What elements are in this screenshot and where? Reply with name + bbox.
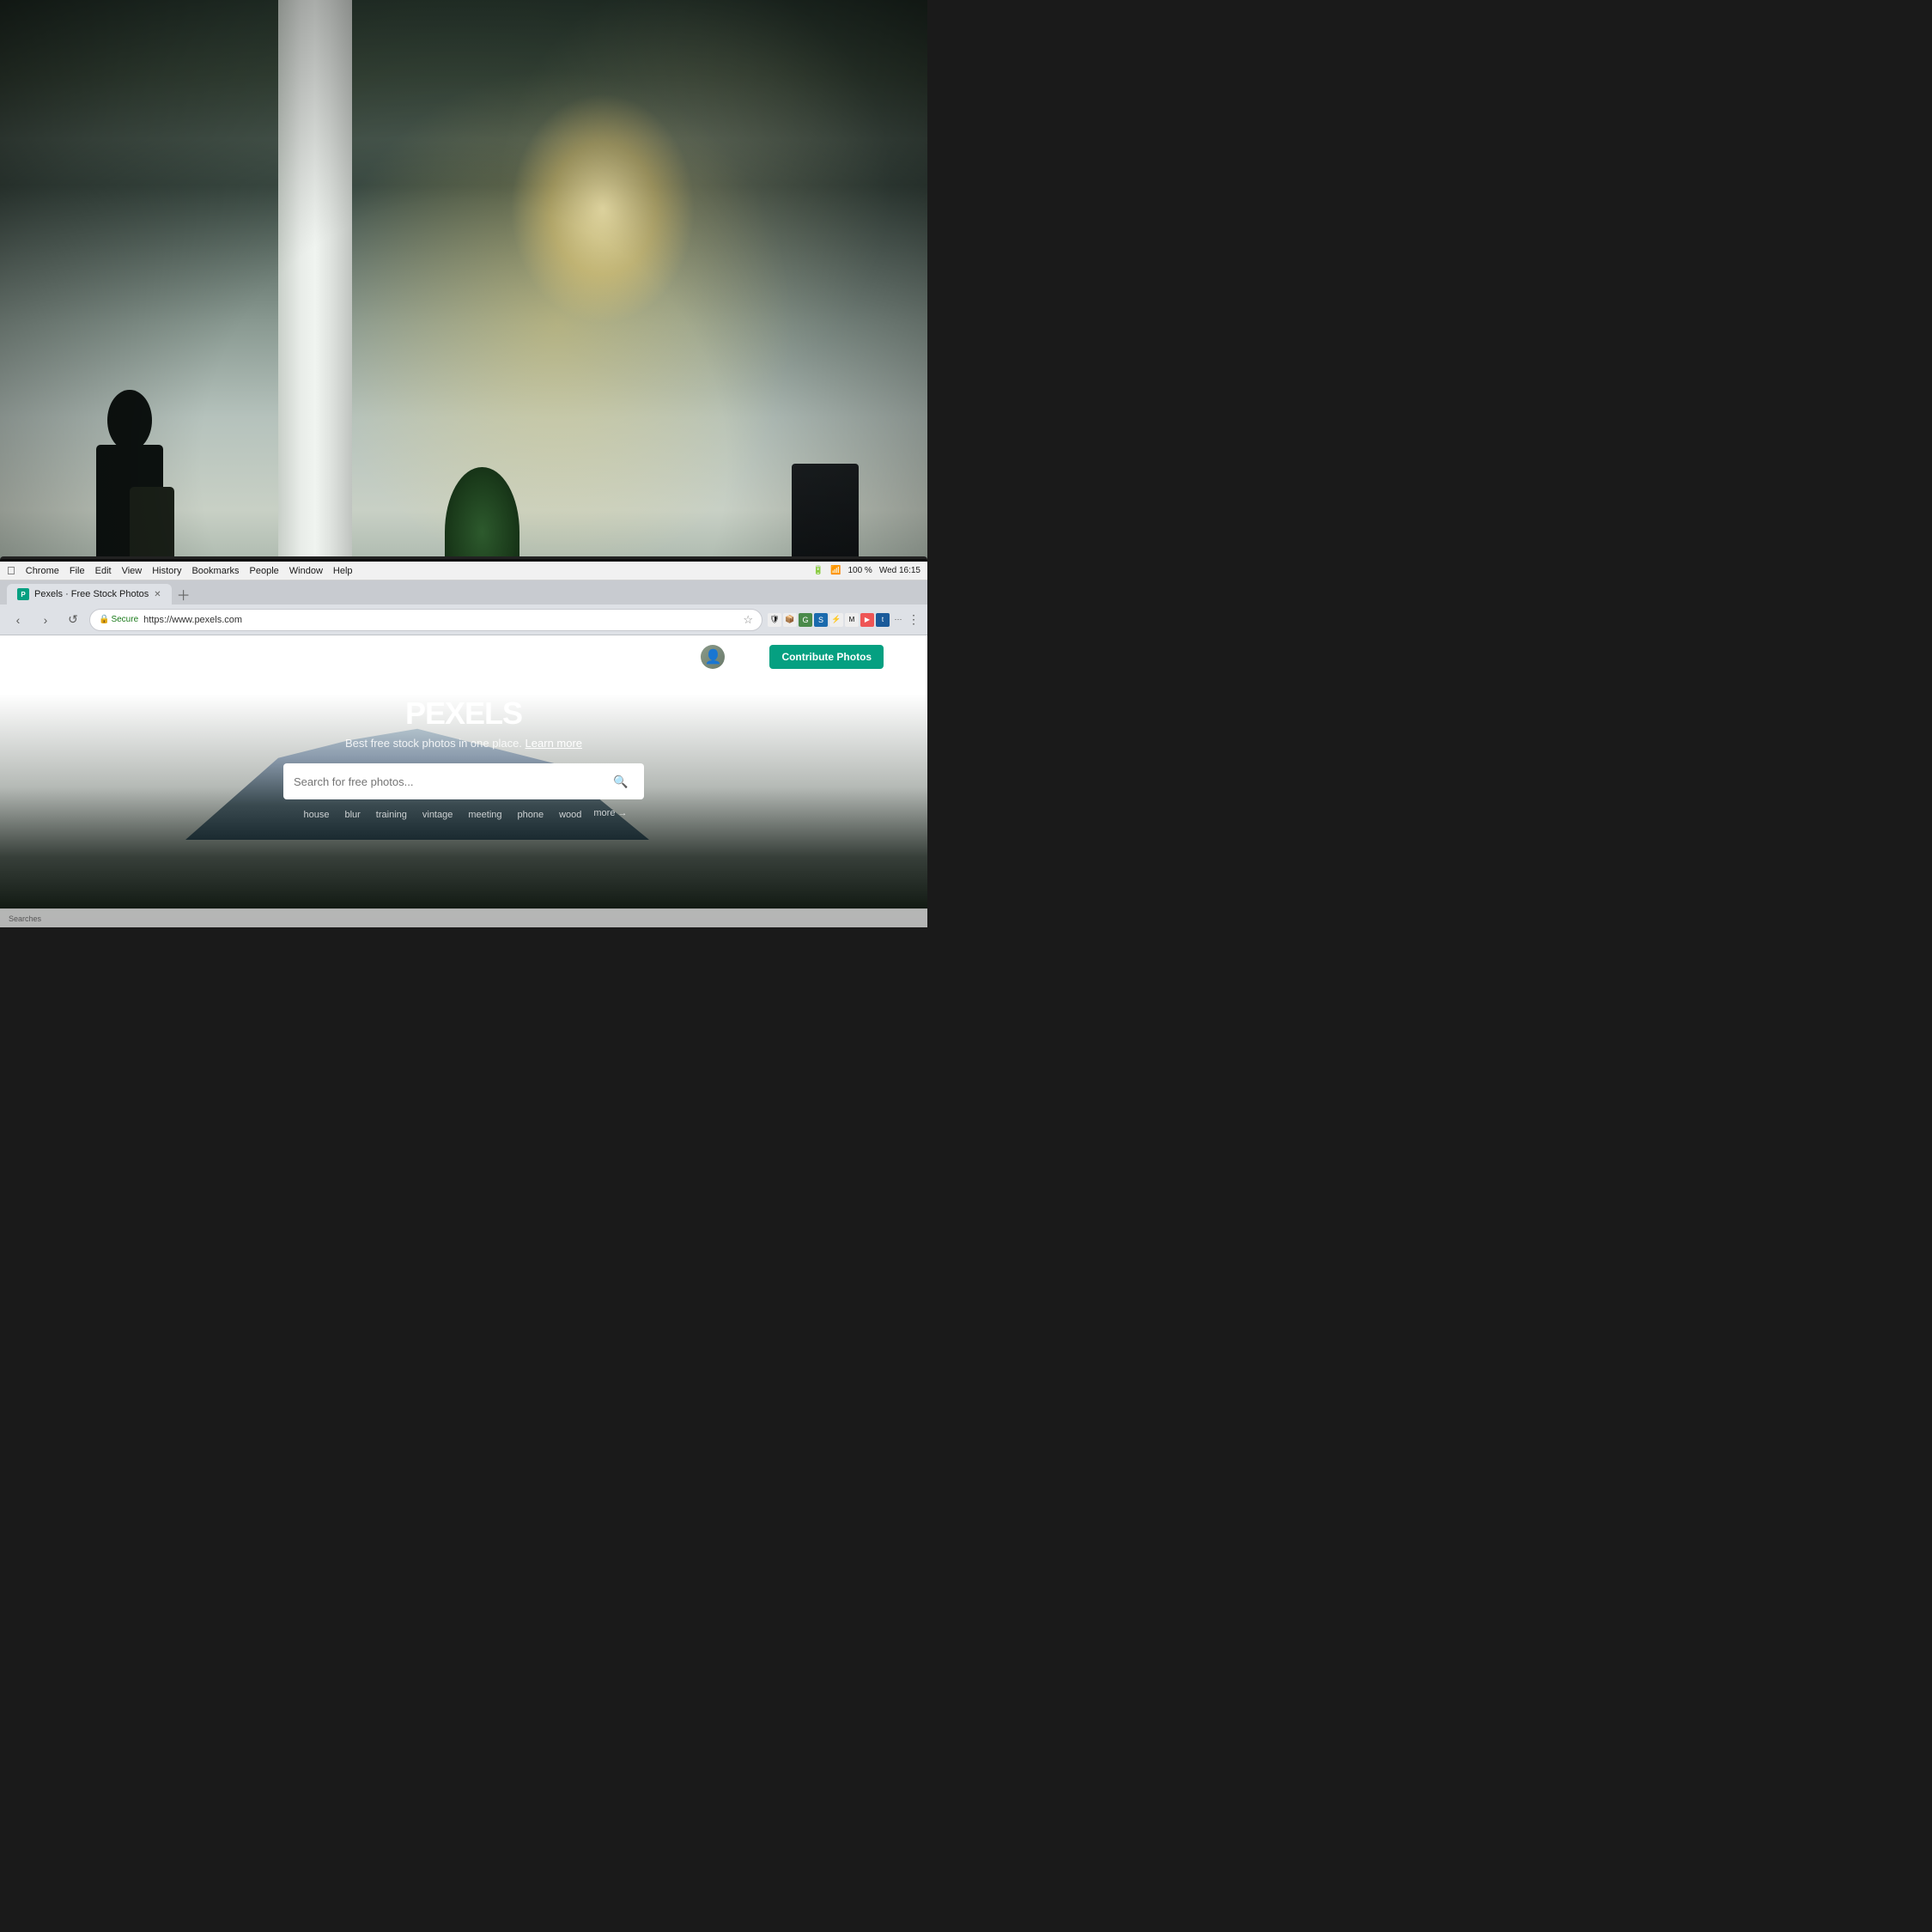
user-name: Daniel [730,651,759,663]
license-link[interactable]: License [155,651,194,664]
suggestion-blur[interactable]: blur [341,808,363,822]
suggestion-meeting[interactable]: meeting [465,808,505,822]
suggestion-vintage[interactable]: vintage [419,808,456,822]
apple-menu[interactable]:  [7,564,15,577]
chrome-menu-icon[interactable]: ⋮ [907,613,920,627]
more-suggestions-link[interactable]: more → [593,808,627,822]
menubar-left:  Chrome File Edit View History Bookmark… [7,564,353,577]
suggestion-training[interactable]: training [373,808,410,822]
tab-favicon: P [17,588,29,600]
person-head [107,390,152,451]
ext-icon-4[interactable]: S [814,613,828,627]
ext-icon-2[interactable]: 📦 [783,613,797,627]
menu-window[interactable]: Window [289,566,323,576]
pexels-logo[interactable]: PEXELS [17,647,82,667]
search-icon[interactable]: 🔍 [608,769,634,794]
pexels-nav-right: 👤 Daniel Contribute Photos ••• [701,645,910,669]
more-options-button[interactable]: ••• [894,648,910,666]
user-avatar-image: 👤 [704,648,721,665]
ext-icon-5[interactable]: ⚡ [829,613,843,627]
back-button[interactable]: ‹ [7,609,29,631]
ext-icon-3[interactable]: G [799,613,812,627]
ext-icon-8[interactable]: t [876,613,890,627]
battery-indicator: 🔋 [813,566,823,575]
monitor-screen:  Chrome File Edit View History Bookmark… [0,556,927,927]
macos-menubar:  Chrome File Edit View History Bookmark… [0,562,927,580]
tools-link[interactable]: Tools [208,651,234,664]
ext-icon-more[interactable]: ⋯ [891,613,905,627]
pexels-nav-left: PEXELS Browse ▾ License Tools [17,647,234,667]
forward-button[interactable]: › [34,609,57,631]
taskbar-left-label: Searches [9,914,41,923]
window-glow [510,93,696,325]
user-profile[interactable]: 👤 Daniel [701,645,759,669]
secure-badge: 🔒 Secure [99,615,138,624]
menu-file[interactable]: File [70,566,85,576]
user-avatar: 👤 [701,645,725,669]
toolbar-extensions: 🛡 📦 G S ⚡ M ▶ t ⋯ ⋮ [768,613,920,627]
clock: Wed 16:15 [879,566,920,575]
lock-icon: 🔒 [99,615,109,624]
learn-more-link[interactable]: Learn more [526,737,582,750]
browse-link[interactable]: Browse ▾ [96,650,142,664]
menu-edit[interactable]: Edit [95,566,112,576]
app-name[interactable]: Chrome [26,566,59,576]
url-text: https://www.pexels.com [143,615,242,625]
ext-icon-1[interactable]: 🛡 [768,613,781,627]
menu-history[interactable]: History [152,566,181,576]
contribute-photos-button[interactable]: Contribute Photos [769,645,884,669]
browse-arrow-icon: ▾ [136,650,142,664]
suggestion-house[interactable]: house [300,808,332,822]
wifi-indicator: 📶 [830,566,841,575]
search-bar[interactable]: 🔍 [283,763,644,799]
hero-title: PEXELS [405,696,522,732]
ext-icon-6[interactable]: M [845,613,859,627]
chrome-tabs-bar: P Pexels · Free Stock Photos ✕ ＋ [0,580,927,605]
hero-subtitle: Best free stock photos in one place. Lea… [345,737,582,750]
hero-content: PEXELS Best free stock photos in one pla… [0,678,927,822]
menu-view[interactable]: View [122,566,143,576]
office-pillar [278,0,352,603]
active-tab[interactable]: P Pexels · Free Stock Photos ✕ [7,584,172,605]
pexels-navbar: PEXELS Browse ▾ License Tools 👤 [0,635,927,678]
menu-people[interactable]: People [250,566,279,576]
zoom-level: 100 % [848,566,872,575]
search-suggestions: house blur training vintage meeting phon… [300,808,627,822]
tab-close-icon[interactable]: ✕ [154,590,161,599]
screen-bezel:  Chrome File Edit View History Bookmark… [0,556,927,927]
new-tab-button[interactable]: ＋ [177,584,191,605]
search-input[interactable] [294,775,601,788]
ext-icon-7[interactable]: ▶ [860,613,874,627]
bottom-taskbar: Searches [0,908,927,927]
bookmark-star[interactable]: ☆ [743,613,753,627]
address-bar[interactable]: 🔒 Secure https://www.pexels.com ☆ [89,609,762,631]
reload-button[interactable]: ↺ [62,609,84,631]
chrome-toolbar: ‹ › ↺ 🔒 Secure https://www.pexels.com ☆ … [0,605,927,635]
menu-bookmarks[interactable]: Bookmarks [191,566,239,576]
pexels-website: PEXELS Browse ▾ License Tools 👤 [0,635,927,927]
screen-content:  Chrome File Edit View History Bookmark… [0,562,927,927]
suggestion-wood[interactable]: wood [556,808,585,822]
tab-title: Pexels · Free Stock Photos [34,589,149,599]
menu-help[interactable]: Help [333,566,353,576]
suggestion-phone[interactable]: phone [514,808,548,822]
menubar-right: 🔋 📶 100 % Wed 16:15 [813,566,920,575]
